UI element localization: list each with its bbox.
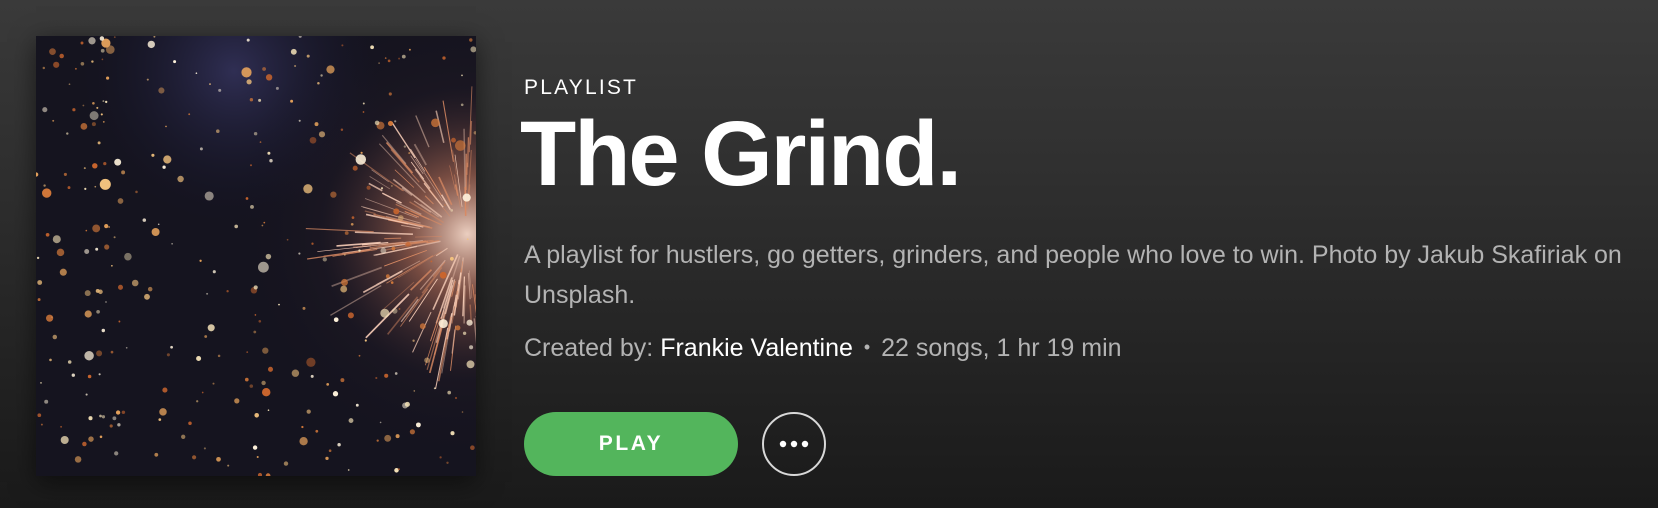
playlist-stats: 22 songs, 1 hr 19 min — [881, 334, 1122, 362]
more-options-icon — [779, 440, 809, 448]
fireworks-image — [36, 36, 476, 476]
playlist-header: PLAYLIST The Grind. A playlist for hustl… — [0, 0, 1658, 508]
created-by-label: Created by: — [524, 334, 654, 362]
playlist-cover-image — [36, 36, 476, 476]
playlist-meta: Created by: Frankie Valentine • 22 songs… — [524, 334, 1122, 363]
more-options-button[interactable] — [762, 412, 826, 476]
playlist-title: The Grind. — [520, 103, 962, 205]
playlist-type-label: PLAYLIST — [524, 76, 639, 99]
meta-separator: • — [863, 337, 871, 357]
play-button[interactable]: PLAY — [524, 412, 738, 476]
playlist-description: A playlist for hustlers, go getters, gri… — [524, 241, 1622, 309]
owner-link[interactable]: Frankie Valentine — [660, 334, 853, 362]
